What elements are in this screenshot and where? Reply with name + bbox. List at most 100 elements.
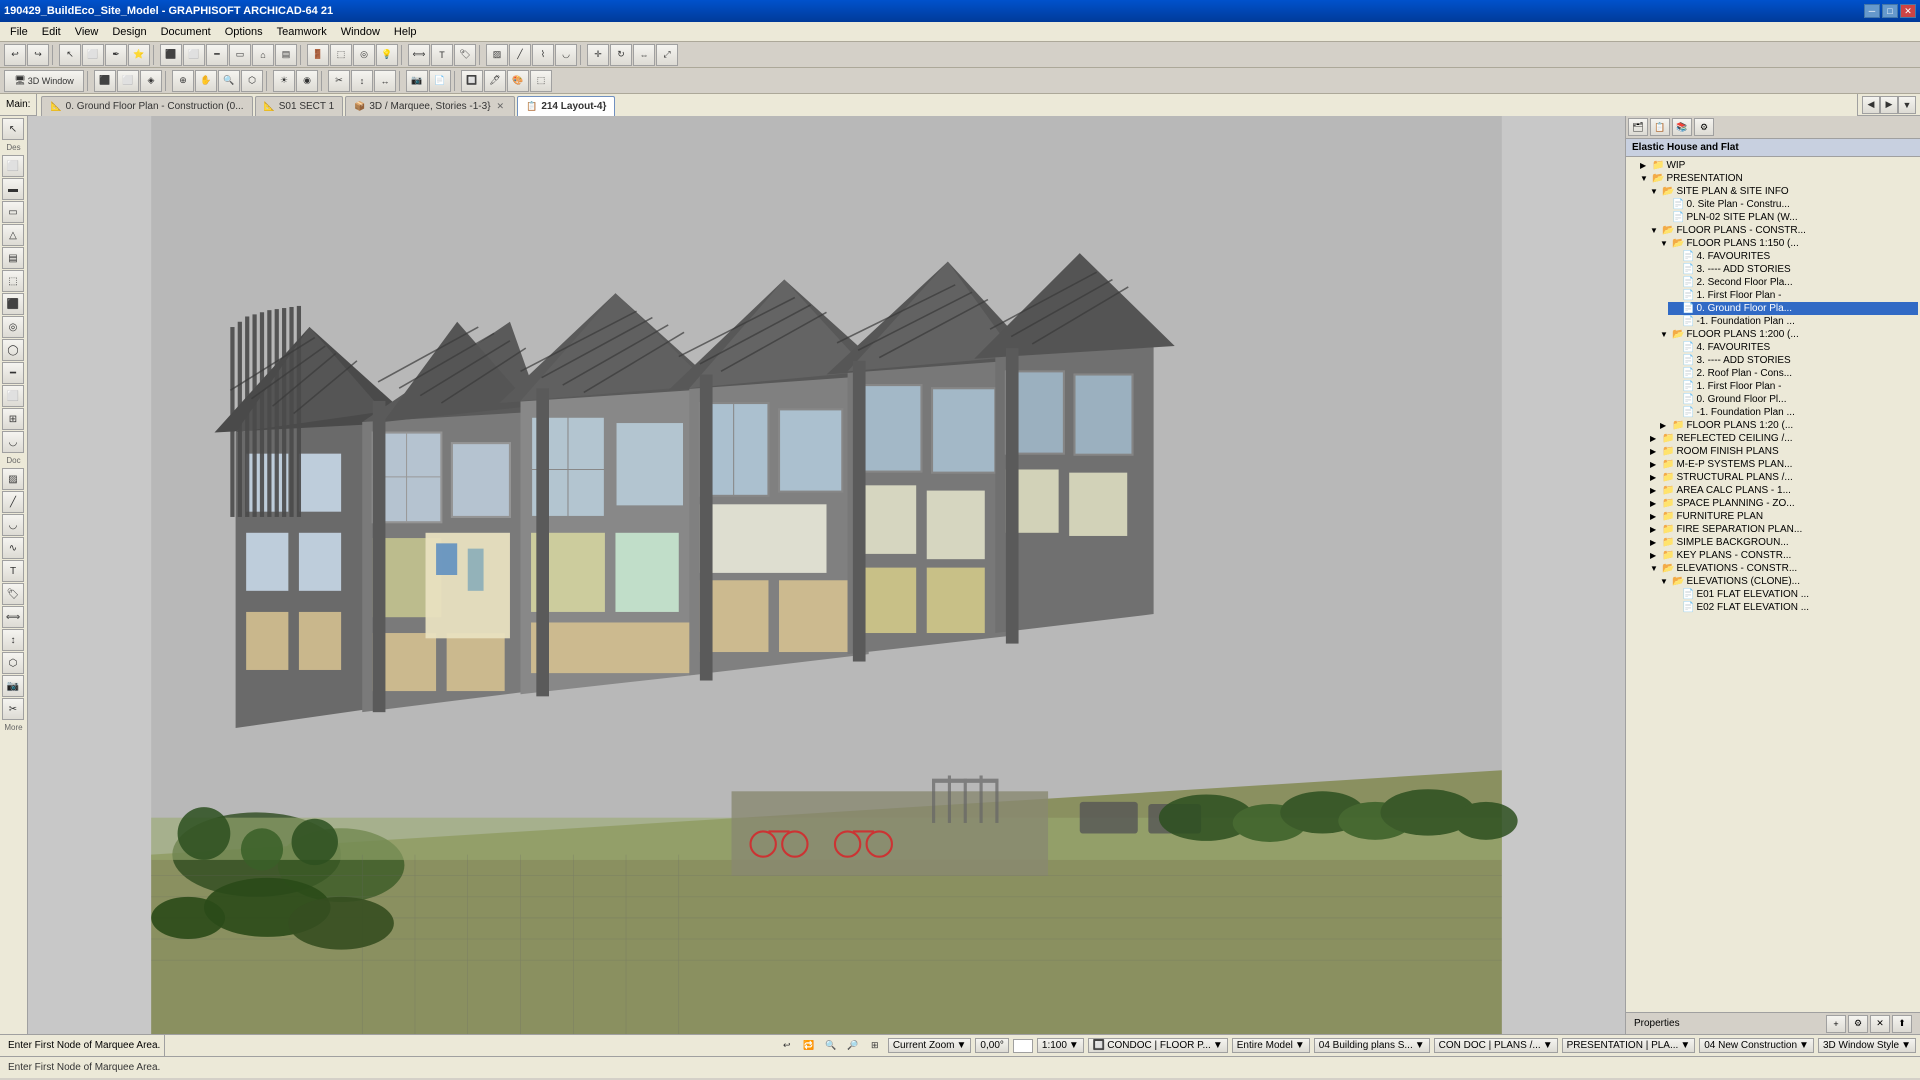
tree-favourites-b[interactable]: 📄 4. FAVOURITES [1668, 341, 1918, 354]
tree-floor-plans-1150[interactable]: ▼ 📂 FLOOR PLANS 1:150 (... [1658, 237, 1918, 250]
lt-section-tool[interactable]: ✂ [2, 698, 24, 720]
lt-dimension-tool-2[interactable]: ↕ [2, 629, 24, 651]
lt-mesh-tool[interactable]: ⊞ [2, 408, 24, 430]
tb-line[interactable]: ╱ [509, 44, 531, 66]
fit-btn[interactable]: ⊞ [866, 1037, 884, 1055]
tree-floor-plans-constr[interactable]: ▼ 📂 FLOOR PLANS - CONSTR... [1648, 224, 1918, 237]
tree-first-floor-b[interactable]: 📄 1. First Floor Plan - [1668, 380, 1918, 393]
tb-interior-elev[interactable]: ↔ [374, 70, 396, 92]
building-plans-dropdown[interactable]: 04 Building plans S... ▼ [1314, 1038, 1430, 1053]
tree-add-stories-a[interactable]: 📄 3. ---- ADD STORIES [1668, 263, 1918, 276]
tb-label[interactable]: 🏷 [454, 44, 476, 66]
tree-structural-plans[interactable]: ▶ 📁 STRUCTURAL PLANS /... [1648, 471, 1918, 484]
tb-elements[interactable]: ⬚ [530, 70, 552, 92]
tree-simple-background[interactable]: ▶ 📁 SIMPLE BACKGROUN... [1648, 536, 1918, 549]
presentation-dropdown[interactable]: PRESENTATION | PLA... ▼ [1562, 1038, 1696, 1053]
tree-foundation-a[interactable]: 📄 -1. Foundation Plan ... [1668, 315, 1918, 328]
tree-furniture-plan[interactable]: ▶ 📁 FURNITURE PLAN [1648, 510, 1918, 523]
lt-marquee[interactable]: ⬜ [2, 155, 24, 177]
properties-panel-tab[interactable]: Properties + ⚙ ✕ ⬆ [1626, 1012, 1920, 1034]
tb-fill[interactable]: ▨ [486, 44, 508, 66]
tree-area-calc[interactable]: ▶ 📁 AREA CALC PLANS - 1... [1648, 484, 1918, 497]
lt-beam-tool[interactable]: ━ [2, 362, 24, 384]
tb-beam[interactable]: ━ [206, 44, 228, 66]
lt-door-tool[interactable]: ⬚ [2, 270, 24, 292]
tree-ground-floor-a[interactable]: 📄 0. Ground Floor Pla... [1668, 302, 1918, 315]
tab-3d-marquee[interactable]: 📦 3D / Marquee, Stories -1-3} ✕ [345, 96, 515, 116]
tab-214-layout[interactable]: 📋 214 Layout-4} [517, 96, 615, 116]
tb-3d-doc[interactable]: 📄 [429, 70, 451, 92]
properties-add-icon[interactable]: + [1826, 1015, 1846, 1033]
lt-stair-tool[interactable]: ▤ [2, 247, 24, 269]
layer-dropdown[interactable]: 🔲 CONDOC | FLOOR P... ▼ [1088, 1038, 1228, 1053]
lt-column-tool[interactable]: ⬜ [2, 385, 24, 407]
tb-view-shading[interactable]: ◈ [140, 70, 162, 92]
maximize-button[interactable]: □ [1882, 4, 1898, 18]
tree-first-floor-a[interactable]: 📄 1. First Floor Plan - [1668, 289, 1918, 302]
tab-nav-button[interactable]: ▼ [1898, 96, 1916, 114]
tree-site-plan-constr[interactable]: 📄 0. Site Plan - Constru... [1658, 198, 1918, 211]
menu-view[interactable]: View [69, 24, 105, 40]
menu-help[interactable]: Help [388, 24, 423, 40]
tb-undo[interactable]: ↩ [4, 44, 26, 66]
tree-key-plans[interactable]: ▶ 📁 KEY PLANS - CONSTR... [1648, 549, 1918, 562]
menu-options[interactable]: Options [219, 24, 269, 40]
nav-back[interactable]: ↩ [778, 1037, 796, 1055]
menu-document[interactable]: Document [155, 24, 217, 40]
tree-pln02[interactable]: 📄 PLN-02 SITE PLAN (W... [1658, 211, 1918, 224]
model-dropdown[interactable]: Entire Model ▼ [1232, 1038, 1310, 1053]
lt-lamp-tool[interactable]: ◯ [2, 339, 24, 361]
window-style-dropdown[interactable]: 3D Window Style ▼ [1818, 1038, 1916, 1053]
tb-layers[interactable]: 🔲 [461, 70, 483, 92]
tb-elevation[interactable]: ↕ [351, 70, 373, 92]
tb-move[interactable]: ✛ [587, 44, 609, 66]
zoom-dropdown[interactable]: Current Zoom ▼ [888, 1038, 972, 1053]
tb-pan[interactable]: ✋ [195, 70, 217, 92]
tree-add-stories-b[interactable]: 📄 3. ---- ADD STORIES [1668, 354, 1918, 367]
lt-window-tool[interactable]: ⬛ [2, 293, 24, 315]
menu-design[interactable]: Design [106, 24, 152, 40]
tree-roof-plan-cons[interactable]: 📄 2. Roof Plan - Cons... [1668, 367, 1918, 380]
zoom-out-btn[interactable]: 🔎 [844, 1037, 862, 1055]
tb-column[interactable]: ⬜ [183, 44, 205, 66]
lt-slab-tool[interactable]: ▭ [2, 201, 24, 223]
lt-zone-tool[interactable]: ⬡ [2, 652, 24, 674]
tb-3d-window-toggle[interactable]: 🖥 3D Window [4, 70, 84, 92]
tb-mirror[interactable]: ⇔ [633, 44, 655, 66]
tb-redo[interactable]: ↪ [27, 44, 49, 66]
tb-lamp[interactable]: 💡 [376, 44, 398, 66]
tb-section-cut[interactable]: ✂ [328, 70, 350, 92]
tree-reflected-ceiling[interactable]: ▶ 📁 REFLECTED CEILING /... [1648, 432, 1918, 445]
lt-roof-tool[interactable]: △ [2, 224, 24, 246]
tree-room-finish[interactable]: ▶ 📁 ROOM FINISH PLANS [1648, 445, 1918, 458]
rp-organizer-icon[interactable]: 📋 [1650, 118, 1670, 136]
tree-ground-floor-b[interactable]: 📄 0. Ground Floor Pl... [1668, 393, 1918, 406]
tb-marquee-tool[interactable]: ⬜ [82, 44, 104, 66]
lt-object-tool[interactable]: ◎ [2, 316, 24, 338]
rp-navigator-icon[interactable]: 🗂 [1628, 118, 1648, 136]
tb-fit[interactable]: ⬡ [241, 70, 263, 92]
lt-wall-tool[interactable]: ▬ [2, 178, 24, 200]
rp-settings-icon[interactable]: ⚙ [1694, 118, 1714, 136]
menu-file[interactable]: File [4, 24, 34, 40]
tb-render[interactable]: ◉ [296, 70, 318, 92]
tb-object[interactable]: ◎ [353, 44, 375, 66]
tb-view-wire[interactable]: ⬜ [117, 70, 139, 92]
lt-line-tool[interactable]: ╱ [2, 491, 24, 513]
tree-e02-flat[interactable]: 📄 E02 FLAT ELEVATION ... [1668, 601, 1918, 614]
lt-camera-tool[interactable]: 📷 [2, 675, 24, 697]
menu-edit[interactable]: Edit [36, 24, 67, 40]
tree-floor-plans-1200[interactable]: ▼ 📂 FLOOR PLANS 1:200 (... [1658, 328, 1918, 341]
lt-spline-tool[interactable]: ∿ [2, 537, 24, 559]
tb-window[interactable]: ⬚ [330, 44, 352, 66]
tb-stair[interactable]: ▤ [275, 44, 297, 66]
tree-e01-flat[interactable]: 📄 E01 FLAT ELEVATION ... [1668, 588, 1918, 601]
con-doc-dropdown[interactable]: CON DOC | PLANS /... ▼ [1434, 1038, 1558, 1053]
lt-shell-tool[interactable]: ◡ [2, 431, 24, 453]
tab-close-3[interactable]: ✕ [495, 101, 507, 112]
tab-scroll-left[interactable]: ◀ [1862, 96, 1880, 114]
tb-rotate[interactable]: ↻ [610, 44, 632, 66]
tb-orbit[interactable]: ⊕ [172, 70, 194, 92]
tb-arrow-tool[interactable]: ↖ [59, 44, 81, 66]
close-button[interactable]: ✕ [1900, 4, 1916, 18]
